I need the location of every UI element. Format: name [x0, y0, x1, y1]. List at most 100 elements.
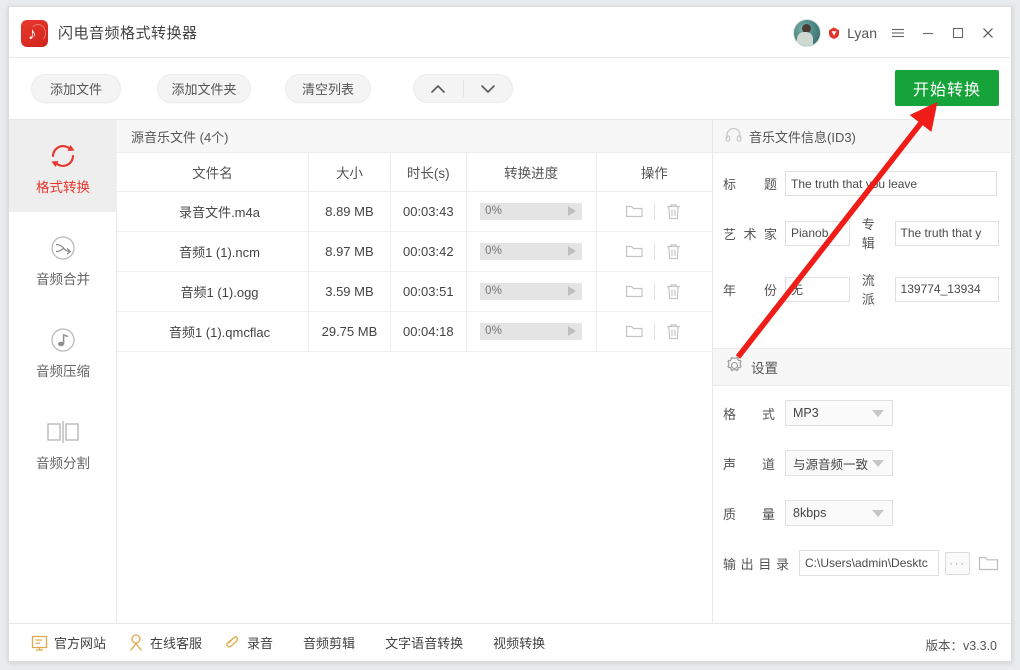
- row-actions: [597, 322, 712, 340]
- cell-filename: 录音文件.m4a: [117, 191, 310, 232]
- bottom-item-audio-edit[interactable]: 音频剪辑: [303, 633, 355, 652]
- maximize-icon[interactable]: [943, 20, 973, 46]
- monitor-icon: [31, 635, 48, 651]
- bottom-item-official-site[interactable]: 官方网站: [31, 633, 106, 652]
- cell-duration: 00:03:43: [390, 191, 467, 232]
- channel-row: 声道 与源音频一致: [723, 450, 999, 476]
- trash-icon[interactable]: [655, 283, 693, 300]
- bottom-item-video-convert[interactable]: 视频转换: [493, 633, 545, 652]
- column-filename[interactable]: 文件名: [117, 153, 310, 192]
- progress-bar: 0%: [480, 322, 583, 340]
- folder-icon[interactable]: [616, 203, 654, 219]
- add-folder-button[interactable]: 添加文件夹: [157, 74, 251, 103]
- move-order-group: [413, 74, 513, 103]
- add-file-button[interactable]: 添加文件: [31, 74, 121, 103]
- caret-down-icon: [872, 510, 884, 517]
- chevron-down-icon: [480, 84, 495, 93]
- headset-person-icon: [128, 634, 144, 651]
- cell-size: 8.97 MB: [308, 231, 391, 272]
- open-output-folder-icon[interactable]: [978, 555, 999, 572]
- refresh-circle-icon: [46, 138, 80, 174]
- close-icon[interactable]: [973, 20, 1003, 46]
- channel-value: 与源音频一致: [793, 457, 869, 472]
- split-squares-icon: [43, 414, 83, 450]
- sidebar-item-label: 音频合并: [36, 271, 90, 287]
- user-area[interactable]: Lyan: [793, 18, 877, 48]
- bottom-item-label: 官方网站: [54, 636, 107, 651]
- minimize-icon[interactable]: [913, 20, 943, 46]
- trash-icon[interactable]: [655, 323, 693, 340]
- browse-button[interactable]: ···: [944, 551, 970, 575]
- sidebar-item-format-convert[interactable]: 格式转换: [9, 120, 117, 212]
- quality-value: 8kbps: [793, 506, 827, 520]
- output-dir-label: 输出目录: [723, 556, 789, 572]
- move-up-button[interactable]: [414, 75, 463, 102]
- table-row[interactable]: 音频1 (1).ogg 3.59 MB 00:03:51 0%: [117, 271, 712, 312]
- table-row[interactable]: 录音文件.m4a 8.89 MB 00:03:43 0%: [117, 191, 712, 232]
- id3-year-field[interactable]: 无: [785, 276, 850, 302]
- start-convert-button[interactable]: 开始转换: [895, 70, 999, 106]
- hamburger-menu-icon[interactable]: [883, 20, 913, 46]
- toolbar: 添加文件 添加文件夹 清空列表 开始转换: [9, 58, 1011, 120]
- id3-year-label: 年份: [723, 282, 777, 298]
- progress-percent: 0%: [485, 205, 502, 217]
- column-duration[interactable]: 时长(s): [390, 153, 467, 192]
- vip-badge-icon: [827, 26, 841, 40]
- version-label: 版本：v3.3.0: [925, 639, 997, 653]
- id3-body: 标题 The truth that you leave 艺术家 Pianob 专…: [713, 153, 1011, 334]
- format-select[interactable]: MP3: [785, 400, 893, 426]
- id3-album-label: 专辑: [861, 217, 875, 251]
- play-triangle-icon[interactable]: [568, 245, 577, 256]
- folder-icon[interactable]: [616, 283, 654, 299]
- id3-album-field[interactable]: The truth that y: [894, 220, 999, 246]
- sidebar-item-audio-merge[interactable]: 音频合并: [9, 212, 117, 304]
- bottom-item-label: 视频转换: [493, 636, 546, 651]
- cell-duration: 00:03:42: [390, 231, 467, 272]
- format-value: MP3: [793, 406, 819, 420]
- window-controls: [883, 20, 1003, 46]
- settings-header: 设置: [713, 348, 1011, 386]
- cell-filename: 音频1 (1).ogg: [117, 271, 310, 312]
- move-down-button[interactable]: [464, 75, 513, 102]
- play-triangle-icon[interactable]: [568, 325, 577, 336]
- bottom-item-record[interactable]: 录音: [224, 633, 273, 652]
- quality-select[interactable]: 8kbps: [785, 500, 893, 526]
- folder-icon[interactable]: [616, 243, 654, 259]
- id3-genre-field[interactable]: 139774_13934: [894, 276, 999, 302]
- id3-title-field[interactable]: The truth that you leave: [785, 171, 997, 196]
- output-dir-field[interactable]: C:\Users\admin\Desktc: [799, 550, 939, 576]
- cell-actions: [596, 191, 712, 232]
- sidebar-item-audio-split[interactable]: 音频分割: [9, 396, 117, 488]
- sidebar-item-audio-compress[interactable]: 音频压缩: [9, 304, 117, 396]
- id3-artist-field[interactable]: Pianob: [785, 220, 850, 246]
- headphones-icon: [725, 127, 742, 145]
- microphone-icon: [224, 634, 241, 651]
- cell-progress: 0%: [466, 311, 597, 352]
- row-actions: [597, 202, 712, 220]
- clear-list-button[interactable]: 清空列表: [285, 74, 371, 103]
- progress-bar: 0%: [480, 202, 583, 220]
- play-triangle-icon[interactable]: [568, 285, 577, 296]
- folder-icon[interactable]: [616, 323, 654, 339]
- trash-icon[interactable]: [655, 243, 693, 260]
- table-row[interactable]: 音频1 (1).ncm 8.97 MB 00:03:42 0%: [117, 231, 712, 272]
- play-triangle-icon[interactable]: [568, 205, 577, 216]
- channel-select[interactable]: 与源音频一致: [785, 450, 893, 476]
- logo-note-glyph: ♪: [28, 24, 37, 43]
- bottom-item-label: 文字语音转换: [385, 636, 464, 651]
- column-progress[interactable]: 转换进度: [466, 153, 597, 192]
- id3-artist-album-row: 艺术家 Pianob 专辑 The truth that y: [723, 214, 999, 252]
- merge-arrow-icon: [46, 230, 80, 266]
- trash-icon[interactable]: [655, 203, 693, 220]
- column-size[interactable]: 大小: [308, 153, 391, 192]
- cell-actions: [596, 271, 712, 312]
- column-actions[interactable]: 操作: [596, 153, 712, 192]
- id3-title-row: 标题 The truth that you leave: [723, 171, 999, 196]
- bottom-item-text-to-speech[interactable]: 文字语音转换: [385, 633, 463, 652]
- bottom-item-online-support[interactable]: 在线客服: [128, 633, 202, 652]
- quality-row: 质量 8kbps: [723, 500, 999, 526]
- settings-body: 格式 MP3 声道 与源音频一致 质量 8kbps 输出目录 C:\Users\…: [713, 400, 1011, 600]
- table-header-row: 文件名 大小 时长(s) 转换进度 操作: [117, 153, 712, 192]
- avatar[interactable]: [793, 19, 822, 47]
- table-row[interactable]: 音频1 (1).qmcflac 29.75 MB 00:04:18 0%: [117, 311, 712, 352]
